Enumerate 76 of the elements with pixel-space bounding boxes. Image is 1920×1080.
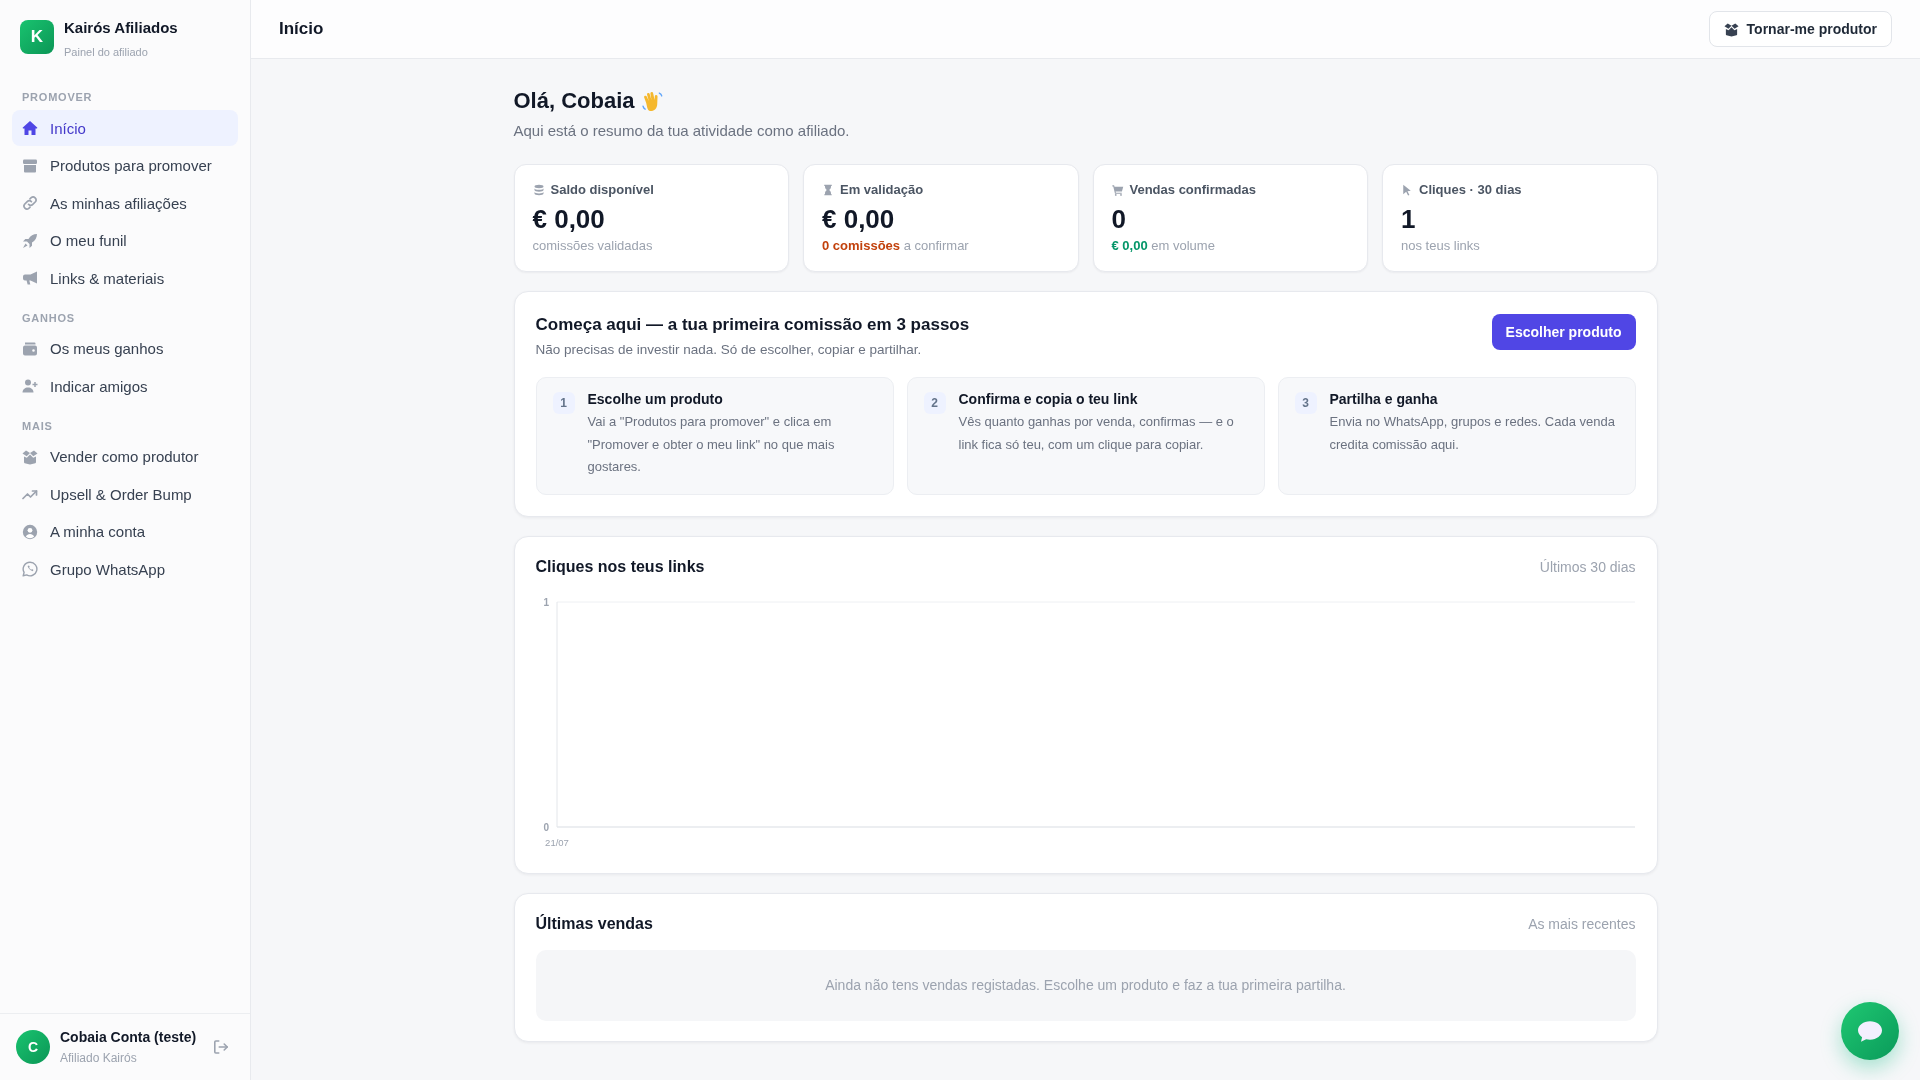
nav-item[interactable]: Vender como produtor: [12, 438, 238, 475]
nav-item[interactable]: Upsell & Order Bump: [12, 476, 238, 512]
nav-item[interactable]: As minhas afiliações: [12, 185, 238, 221]
step-description: Vai a "Produtos para promover" e clica em "Promover e obter o meu link" no que mais gostares.: [587, 413, 836, 476]
step-number: 3: [1294, 392, 1317, 414]
step-description: Vês quanto ganhas por venda, confirmas — e o link fica só teu, com um clique para copiar.: [958, 413, 1235, 454]
greeting-subtitle: Aqui está o resumo da tua atividade como afiliado.: [513, 122, 850, 140]
page-title: Início: [279, 19, 324, 39]
user-name: Cobaia Conta (teste): [60, 1029, 197, 1045]
storefront-icon: [22, 157, 38, 174]
nav-item[interactable]: A minha conta: [12, 513, 238, 550]
stat-value: 0: [1111, 204, 1126, 234]
chart-period: Últimos 30 dias: [1539, 558, 1636, 575]
brand-subtitle: Painel do afiliado: [64, 45, 148, 59]
nav-item[interactable]: Grupo WhatsApp: [12, 551, 238, 587]
stat-note: € 0,00 em volume: [1111, 238, 1215, 254]
nav-item[interactable]: Início: [12, 110, 238, 146]
stat-note: nos teus links: [1401, 238, 1480, 254]
empty-sales-message: Ainda não tens vendas registadas. Escolhe um produto e faz a tua primeira partilha.: [535, 949, 1636, 1021]
stat-note: 0 comissões a confirmar: [822, 238, 969, 254]
x-axis-label: 21/07: [544, 836, 569, 848]
cart-icon: [1111, 184, 1124, 196]
getting-started-subtitle: Não precisas de investir nada. Só de escolher, copiar e partilhar.: [535, 341, 922, 359]
cursor-icon: [1401, 184, 1413, 196]
nav-item[interactable]: Os meus ganhos: [12, 330, 238, 367]
chart-title: Cliques nos teus links: [535, 556, 705, 577]
brand-logo: K: [20, 20, 54, 54]
nav-section-title: MAIS: [22, 418, 53, 433]
wallet-icon: [22, 340, 38, 357]
getting-started-title: Começa aqui — a tua primeira comissão em 3 passos: [535, 314, 970, 336]
step-title: Escolhe um produto: [587, 390, 723, 408]
rocket-icon: [22, 232, 38, 249]
waving-hand-icon: [641, 90, 663, 112]
logout-icon: [214, 1040, 228, 1054]
step-description: Envia no WhatsApp, grupos e redes. Cada venda credita comissão aqui.: [1329, 413, 1616, 454]
chat-button[interactable]: [1841, 1002, 1899, 1060]
step-number: 1: [552, 392, 575, 414]
stat-label: Em validação: [840, 182, 924, 198]
logout-button[interactable]: [214, 1040, 228, 1054]
link-icon: [22, 195, 38, 211]
step-title: Confirma e copia o teu link: [958, 390, 1138, 408]
phone-bubble-icon: [22, 561, 38, 577]
recent-sales-title: Últimas vendas: [535, 913, 653, 934]
y-axis-label: 0: [542, 821, 549, 832]
stat-label: Vendas confirmadas: [1129, 182, 1256, 198]
user-plus-icon: [22, 378, 38, 394]
user-circle-icon: [22, 523, 38, 540]
stat-value: € 0,00: [822, 204, 895, 234]
chat-bubble-icon: [1858, 1020, 1882, 1042]
step-title: Partilha e ganha: [1329, 390, 1438, 408]
stat-value: 1: [1401, 204, 1416, 234]
y-axis-label: 1: [542, 596, 549, 607]
greeting-title: Olá, Cobaia: [513, 87, 635, 115]
recent-sales-subtitle: As mais recentes: [1528, 915, 1636, 932]
user-role: Afiliado Kairós: [60, 1051, 137, 1065]
nav-section-title: PROMOVER: [22, 90, 93, 104]
coins-icon: [532, 184, 545, 196]
home-icon: [22, 120, 38, 136]
open-box-icon: [22, 448, 38, 465]
nav-section-title: GANHOS: [22, 310, 75, 325]
megaphone-icon: [22, 270, 38, 286]
brand-name: Kairós Afiliados: [64, 19, 178, 37]
user-avatar: C: [16, 1030, 50, 1064]
choose-product-button[interactable]: Escolher produto: [1491, 314, 1636, 350]
nav-item[interactable]: O meu funil: [12, 222, 238, 259]
open-box-icon: [1723, 21, 1739, 37]
stat-note: comissões validadas: [532, 238, 653, 254]
nav-item[interactable]: Links & materiais: [12, 260, 238, 296]
nav-item[interactable]: Produtos para promover: [12, 147, 238, 184]
stat-value: € 0,00: [532, 204, 605, 234]
nav-item[interactable]: Indicar amigos: [12, 368, 238, 404]
become-producer-button[interactable]: Tornar-me produtor: [1708, 11, 1892, 47]
step-number: 2: [923, 392, 946, 414]
stat-label: Saldo disponível: [550, 182, 654, 198]
stat-label: Cliques · 30 dias: [1419, 182, 1522, 198]
hourglass-icon: [822, 184, 834, 196]
